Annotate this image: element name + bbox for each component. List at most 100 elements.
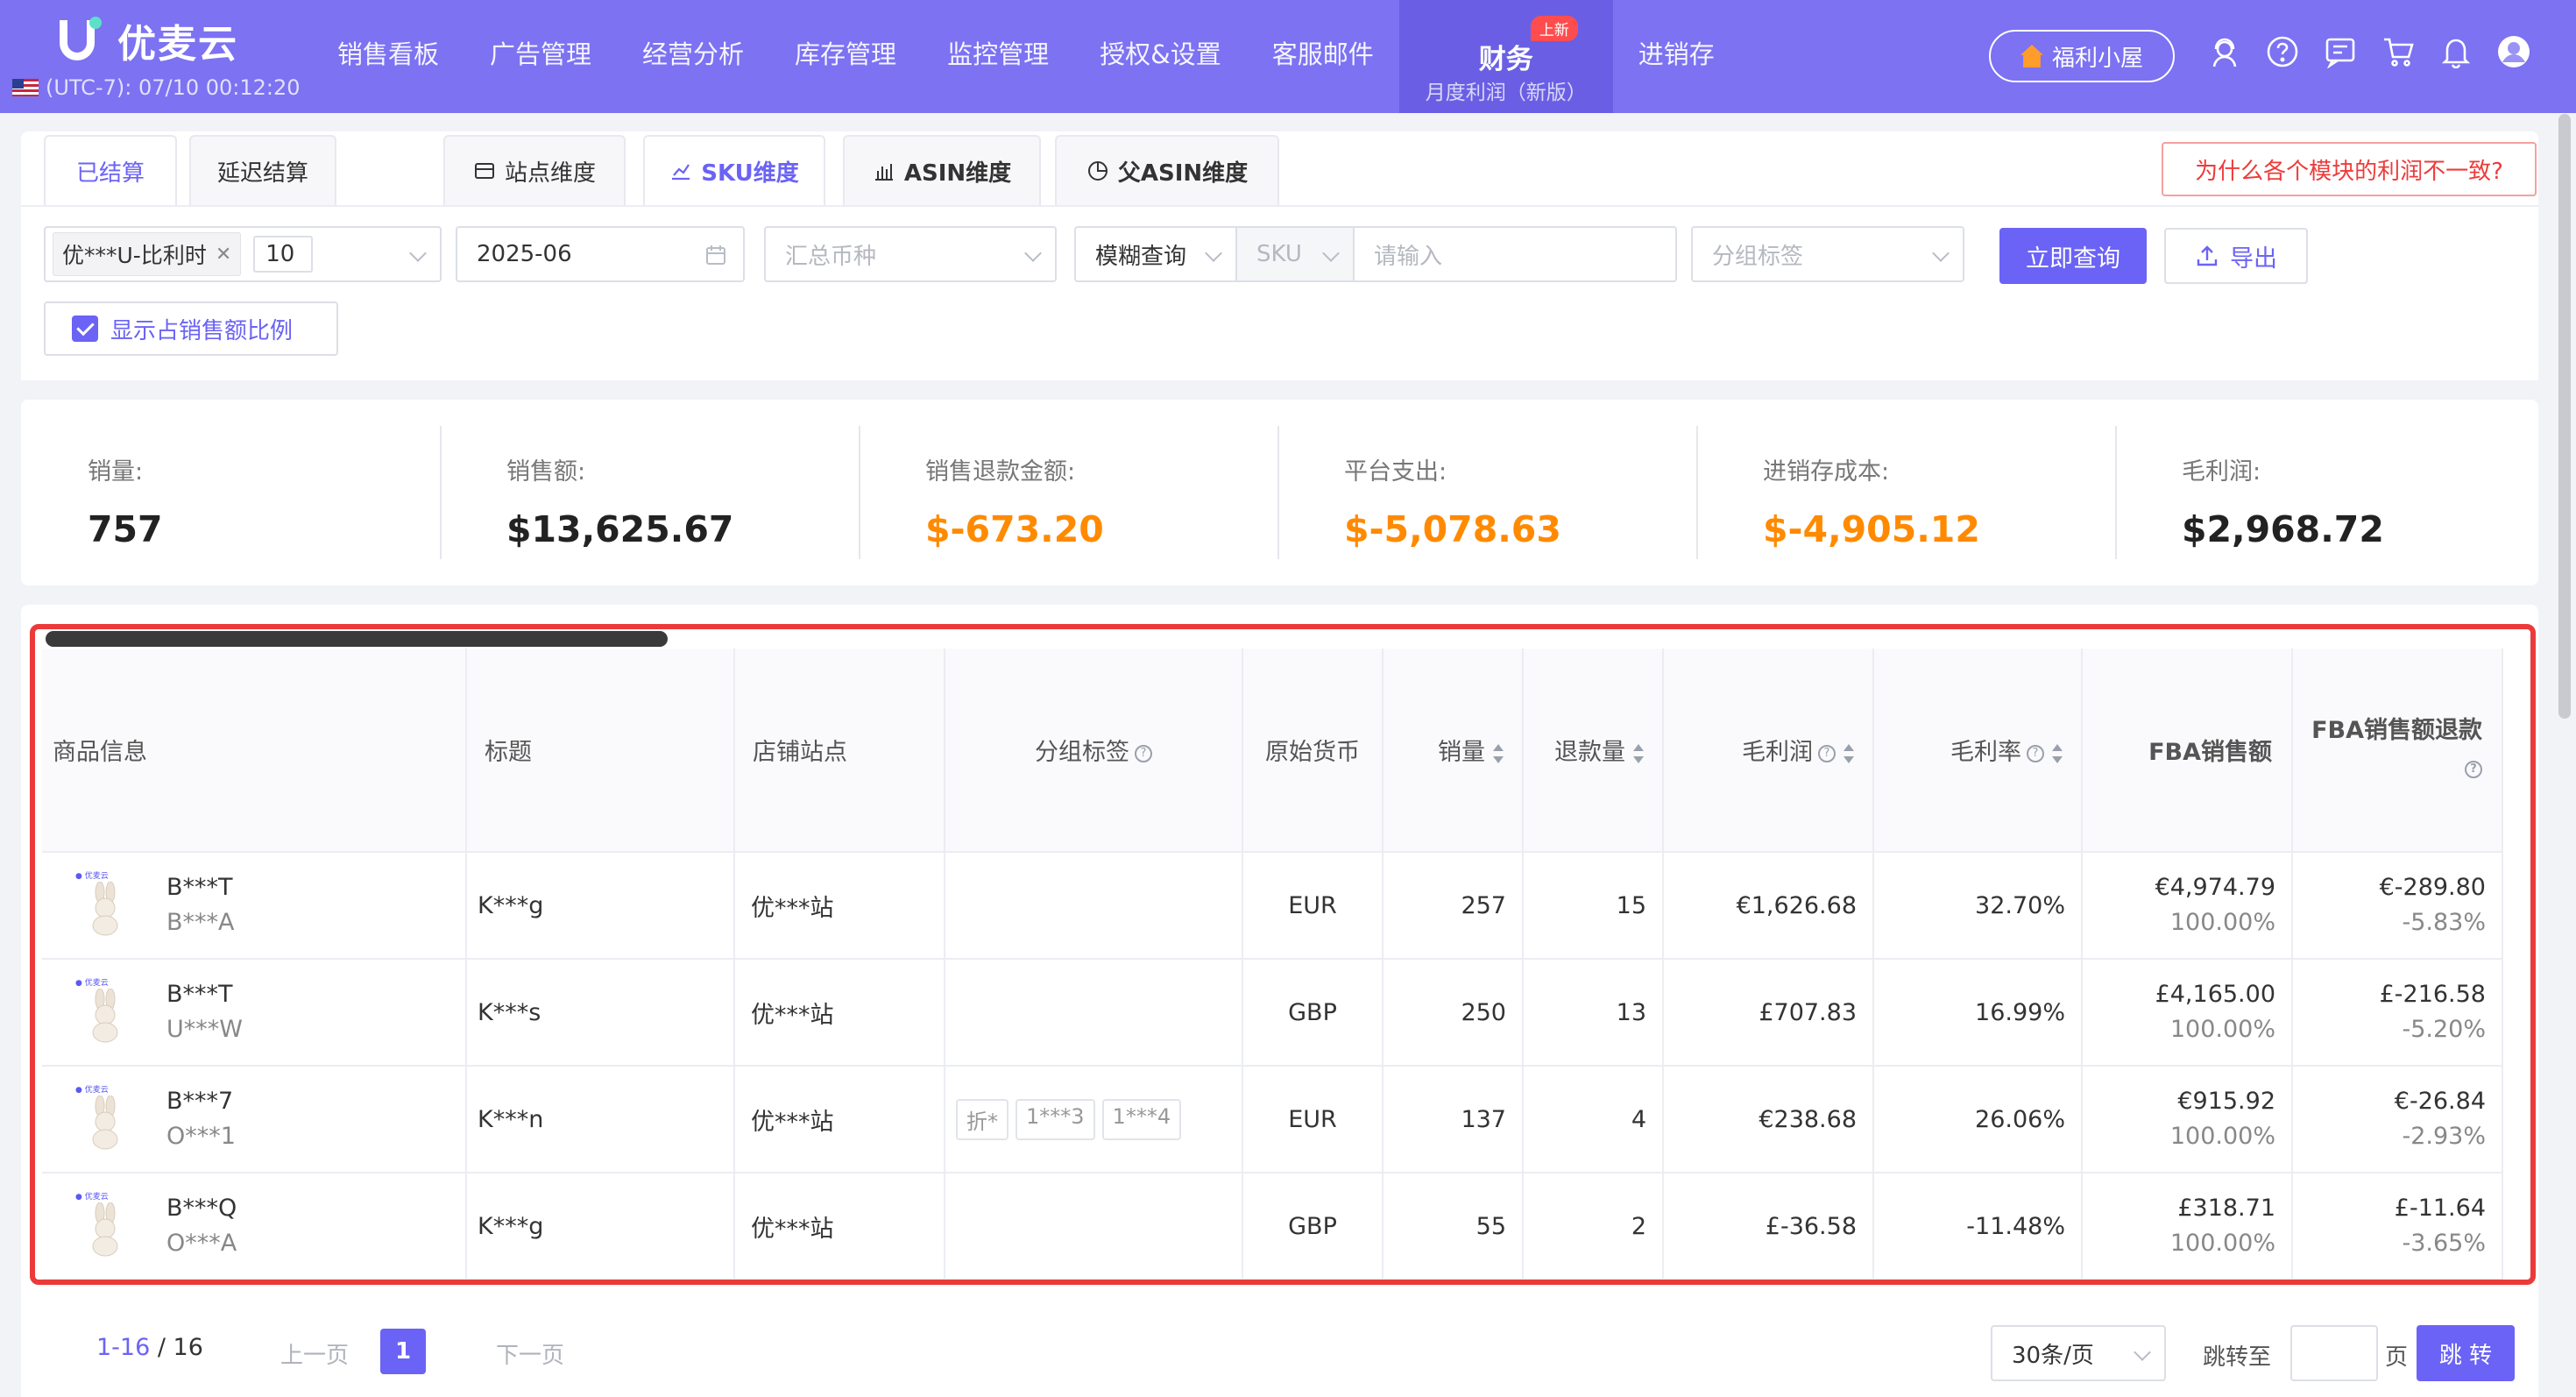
cell-margin: 26.06% (1873, 1066, 2083, 1174)
product-thumbnail[interactable]: ● 优麦云 (75, 1190, 131, 1262)
table-row[interactable]: ● 优麦云 B***7 O***1 K***n 优***站 折* 1***3 1***… (42, 1066, 2503, 1174)
help-icon[interactable] (2266, 35, 2299, 68)
menu-item-analysis[interactable]: 经营分析 (617, 0, 769, 113)
col-margin[interactable]: 毛利率? (1873, 649, 2083, 853)
month-picker[interactable]: 2025-06 (456, 226, 745, 282)
menu-item-monitor[interactable]: 监控管理 (922, 0, 1074, 113)
field-select[interactable]: SKU (1235, 226, 1355, 282)
menu-item-finance[interactable]: 上新 财务 月度利润（新版） (1398, 0, 1613, 113)
product-sku[interactable]: B***7 (166, 1084, 236, 1119)
col-qty[interactable]: 销量 (1383, 649, 1524, 853)
chevron-down-icon (2134, 1344, 2151, 1361)
goto-unit: 页 (2385, 1344, 2409, 1371)
help-icon[interactable]: ? (2027, 744, 2044, 762)
tab-delayed[interactable]: 延迟结算 (189, 135, 336, 205)
support-icon[interactable] (2208, 35, 2241, 68)
stat-cost-value: $-4,905.12 (1763, 508, 1980, 550)
table-row[interactable]: ● 优麦云 B***T B***A K***g 优***站 EUR 257 15 … (42, 852, 2503, 960)
col-gross-profit[interactable]: 毛利润? (1663, 649, 1874, 853)
show-ratio-checkbox[interactable]: 显示占销售额比例 (44, 301, 338, 356)
export-button[interactable]: 导出 (2164, 228, 2308, 284)
pagination-bar: 1-16 / 16 上一页 1 下一页 30条/页 跳转至 页 跳 转 (21, 1308, 2538, 1397)
tab-settled-label: 已结算 (75, 160, 145, 187)
goto-page-input[interactable] (2290, 1325, 2378, 1381)
goto-button[interactable]: 跳 转 (2417, 1325, 2515, 1381)
help-icon[interactable]: ? (2465, 761, 2482, 778)
brand-logo[interactable]: 优麦云 (60, 12, 238, 68)
sort-icon[interactable] (2051, 743, 2063, 763)
avatar[interactable] (2497, 35, 2530, 68)
tab-parent-asin-dimension[interactable]: 父ASIN维度 (1055, 135, 1279, 205)
next-page-button[interactable]: 下一页 (496, 1337, 564, 1370)
menu-item-sales-dashboard[interactable]: 销售看板 (312, 0, 464, 113)
group-tag-select[interactable]: 分组标签 (1691, 226, 1964, 282)
cart-icon[interactable] (2381, 35, 2415, 68)
product-asin[interactable]: U***W (166, 1012, 243, 1047)
cell-shop: 优***站 (734, 1173, 945, 1280)
group-tag[interactable]: 1***3 (1016, 1098, 1095, 1140)
product-thumbnail[interactable]: ● 优麦云 (75, 1083, 131, 1155)
group-tag[interactable]: 折* (956, 1098, 1008, 1140)
sort-icon[interactable] (1843, 743, 1854, 763)
help-icon[interactable]: ? (1135, 744, 1152, 762)
product-asin[interactable]: O***1 (166, 1119, 236, 1154)
query-mode-select[interactable]: 模糊查询 (1074, 226, 1237, 282)
page-scrollbar[interactable] (2558, 114, 2571, 719)
group-tag[interactable]: 1***4 (1101, 1098, 1182, 1140)
cell-gross-profit[interactable]: £-36.58 (1663, 1173, 1874, 1280)
col-refund-qty[interactable]: 退款量 (1523, 649, 1664, 853)
page-1-button[interactable]: 1 (380, 1329, 426, 1374)
page-size-select[interactable]: 30条/页 (1991, 1325, 2166, 1381)
product-asin[interactable]: B***A (166, 905, 235, 940)
tab-settled[interactable]: 已结算 (44, 135, 177, 205)
product-thumbnail[interactable]: ● 优麦云 (75, 976, 131, 1048)
why-profit-differs-link[interactable]: 为什么各个模块的利润不一致? (2162, 142, 2537, 196)
house-icon (2020, 45, 2043, 67)
prev-page-button[interactable]: 上一页 (280, 1337, 349, 1370)
menu-item-auth-settings[interactable]: 授权&设置 (1074, 0, 1247, 113)
shop-chip-label: 优***U-比利时 (62, 243, 207, 268)
top-nav: 优麦云 (UTC-7): 07/10 00:12:20 销售看板 广告管理 经营… (0, 0, 2576, 113)
shop-count: 10 (253, 236, 314, 273)
tab-site-dimension[interactable]: 站点维度 (443, 135, 626, 205)
currency-select[interactable]: 汇总币种 (764, 226, 1057, 282)
cell-gross-profit[interactable]: €238.68 (1663, 1066, 1874, 1174)
tab-sku-dimension[interactable]: SKU维度 (643, 135, 825, 205)
cell-title: K***s (466, 959, 735, 1067)
search-input[interactable]: 请输入 (1353, 226, 1677, 282)
product-asin[interactable]: O***A (166, 1226, 237, 1261)
chevron-down-icon (1205, 245, 1222, 262)
message-icon[interactable] (2324, 35, 2357, 68)
shop-select[interactable]: 优***U-比利时 ✕ 10 (44, 226, 442, 282)
cell-group-tags (945, 1173, 1243, 1280)
table-row[interactable]: ● 优麦云 B***Q O***A K***g 优***站 GBP 55 2 £-… (42, 1173, 2503, 1280)
col-fba-refund-label: FBA销售额退款 (2311, 716, 2482, 744)
sort-icon[interactable] (1632, 743, 1644, 763)
product-sku[interactable]: B***T (166, 870, 235, 905)
table-row[interactable]: ● 优麦云 B***T U***W K***s 优***站 GBP 250 13 … (42, 959, 2503, 1067)
product-sku[interactable]: B***Q (166, 1191, 237, 1226)
tab-asin-dimension[interactable]: ASIN维度 (843, 135, 1041, 205)
product-sku[interactable]: B***T (166, 977, 243, 1012)
menu-item-service-mail[interactable]: 客服邮件 (1247, 0, 1399, 113)
horizontal-scrollbar[interactable] (46, 631, 668, 647)
menu-item-inventory[interactable]: 库存管理 (769, 0, 922, 113)
fba-sales-value: £318.71 (2177, 1195, 2275, 1222)
col-fba-refund: FBA销售额退款? (2292, 649, 2503, 853)
tab-parent-asin-label: 父ASIN维度 (1117, 160, 1249, 187)
cell-margin: 16.99% (1873, 959, 2083, 1067)
product-thumbnail[interactable]: ● 优麦云 (75, 869, 131, 941)
sort-icon[interactable] (1492, 743, 1504, 763)
menu-item-ads[interactable]: 广告管理 (464, 0, 617, 113)
cell-gross-profit[interactable]: €1,626.68 (1663, 852, 1874, 960)
cell-gross-profit[interactable]: £707.83 (1663, 959, 1874, 1067)
stat-qty-value: 757 (88, 508, 163, 550)
menu-item-psi[interactable]: 进销存 (1613, 0, 1740, 113)
help-icon[interactable]: ? (1818, 744, 1836, 762)
query-button[interactable]: 立即查询 (1999, 228, 2147, 284)
cell-margin: -11.48% (1873, 1173, 2083, 1280)
bell-icon[interactable] (2439, 35, 2473, 68)
page-total: 16 (173, 1334, 203, 1361)
chip-close-icon[interactable]: ✕ (216, 244, 231, 266)
welfare-house-button[interactable]: 福利小屋 (1989, 30, 2175, 82)
